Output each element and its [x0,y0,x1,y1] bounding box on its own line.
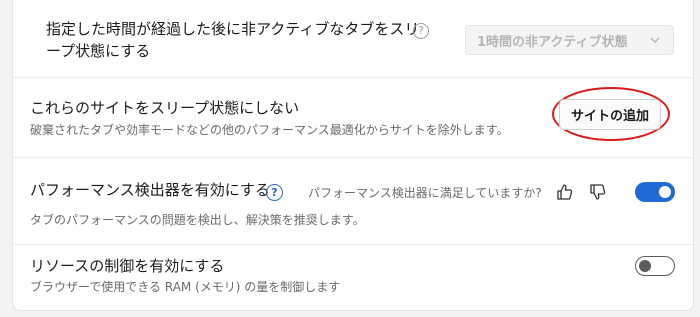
performance-detector-toggle[interactable] [635,182,675,202]
sleep-timeout-dropdown[interactable]: 1時間の非アクティブ状態 [465,25,674,55]
toggle-knob [639,259,651,272]
performance-detector-label: パフォーマンス検出器を有効にする [30,181,270,199]
sleep-timeout-value: 1時間の非アクティブ状態 [477,34,628,50]
performance-detector-description: タブのパフォーマンスの問題を検出し、解決策を推奨します。 [30,213,365,227]
never-sleep-description: 破棄されたタブや効率モードなどの他のパフォーマンス最適化からサイトを除外します。 [30,123,509,137]
toggle-knob [659,186,671,198]
thumbs-up-icon[interactable] [555,182,575,202]
chevron-down-icon [649,33,661,51]
question-circle-icon[interactable]: ? [413,23,429,39]
row-divider [13,157,693,158]
resource-controls-toggle[interactable] [635,256,675,276]
never-sleep-label: これらのサイトをスリープ状態にしない [30,99,300,117]
feedback-prompt: パフォーマンス検出器に満足していますか? [308,186,542,200]
add-site-button[interactable]: サイトの追加 [559,99,661,130]
row-divider [13,77,693,78]
sleeping-tabs-label-line1: 指定した時間が経過した後に非アクティブなタブをスリ [46,20,420,38]
resource-controls-description: ブラウザーで使用できる RAM (メモリ) の量を制御します [30,280,341,294]
sleeping-tabs-label-line2: ープ状態にする [46,42,151,60]
question-circle-icon[interactable]: ? [266,184,283,201]
resource-controls-label: リソースの制御を有効にする [30,257,225,275]
row-divider [13,244,693,245]
performance-settings-card: 指定した時間が経過した後に非アクティブなタブをスリ ープ状態にする ? 1時間の… [12,0,694,311]
thumbs-down-icon[interactable] [588,182,608,202]
